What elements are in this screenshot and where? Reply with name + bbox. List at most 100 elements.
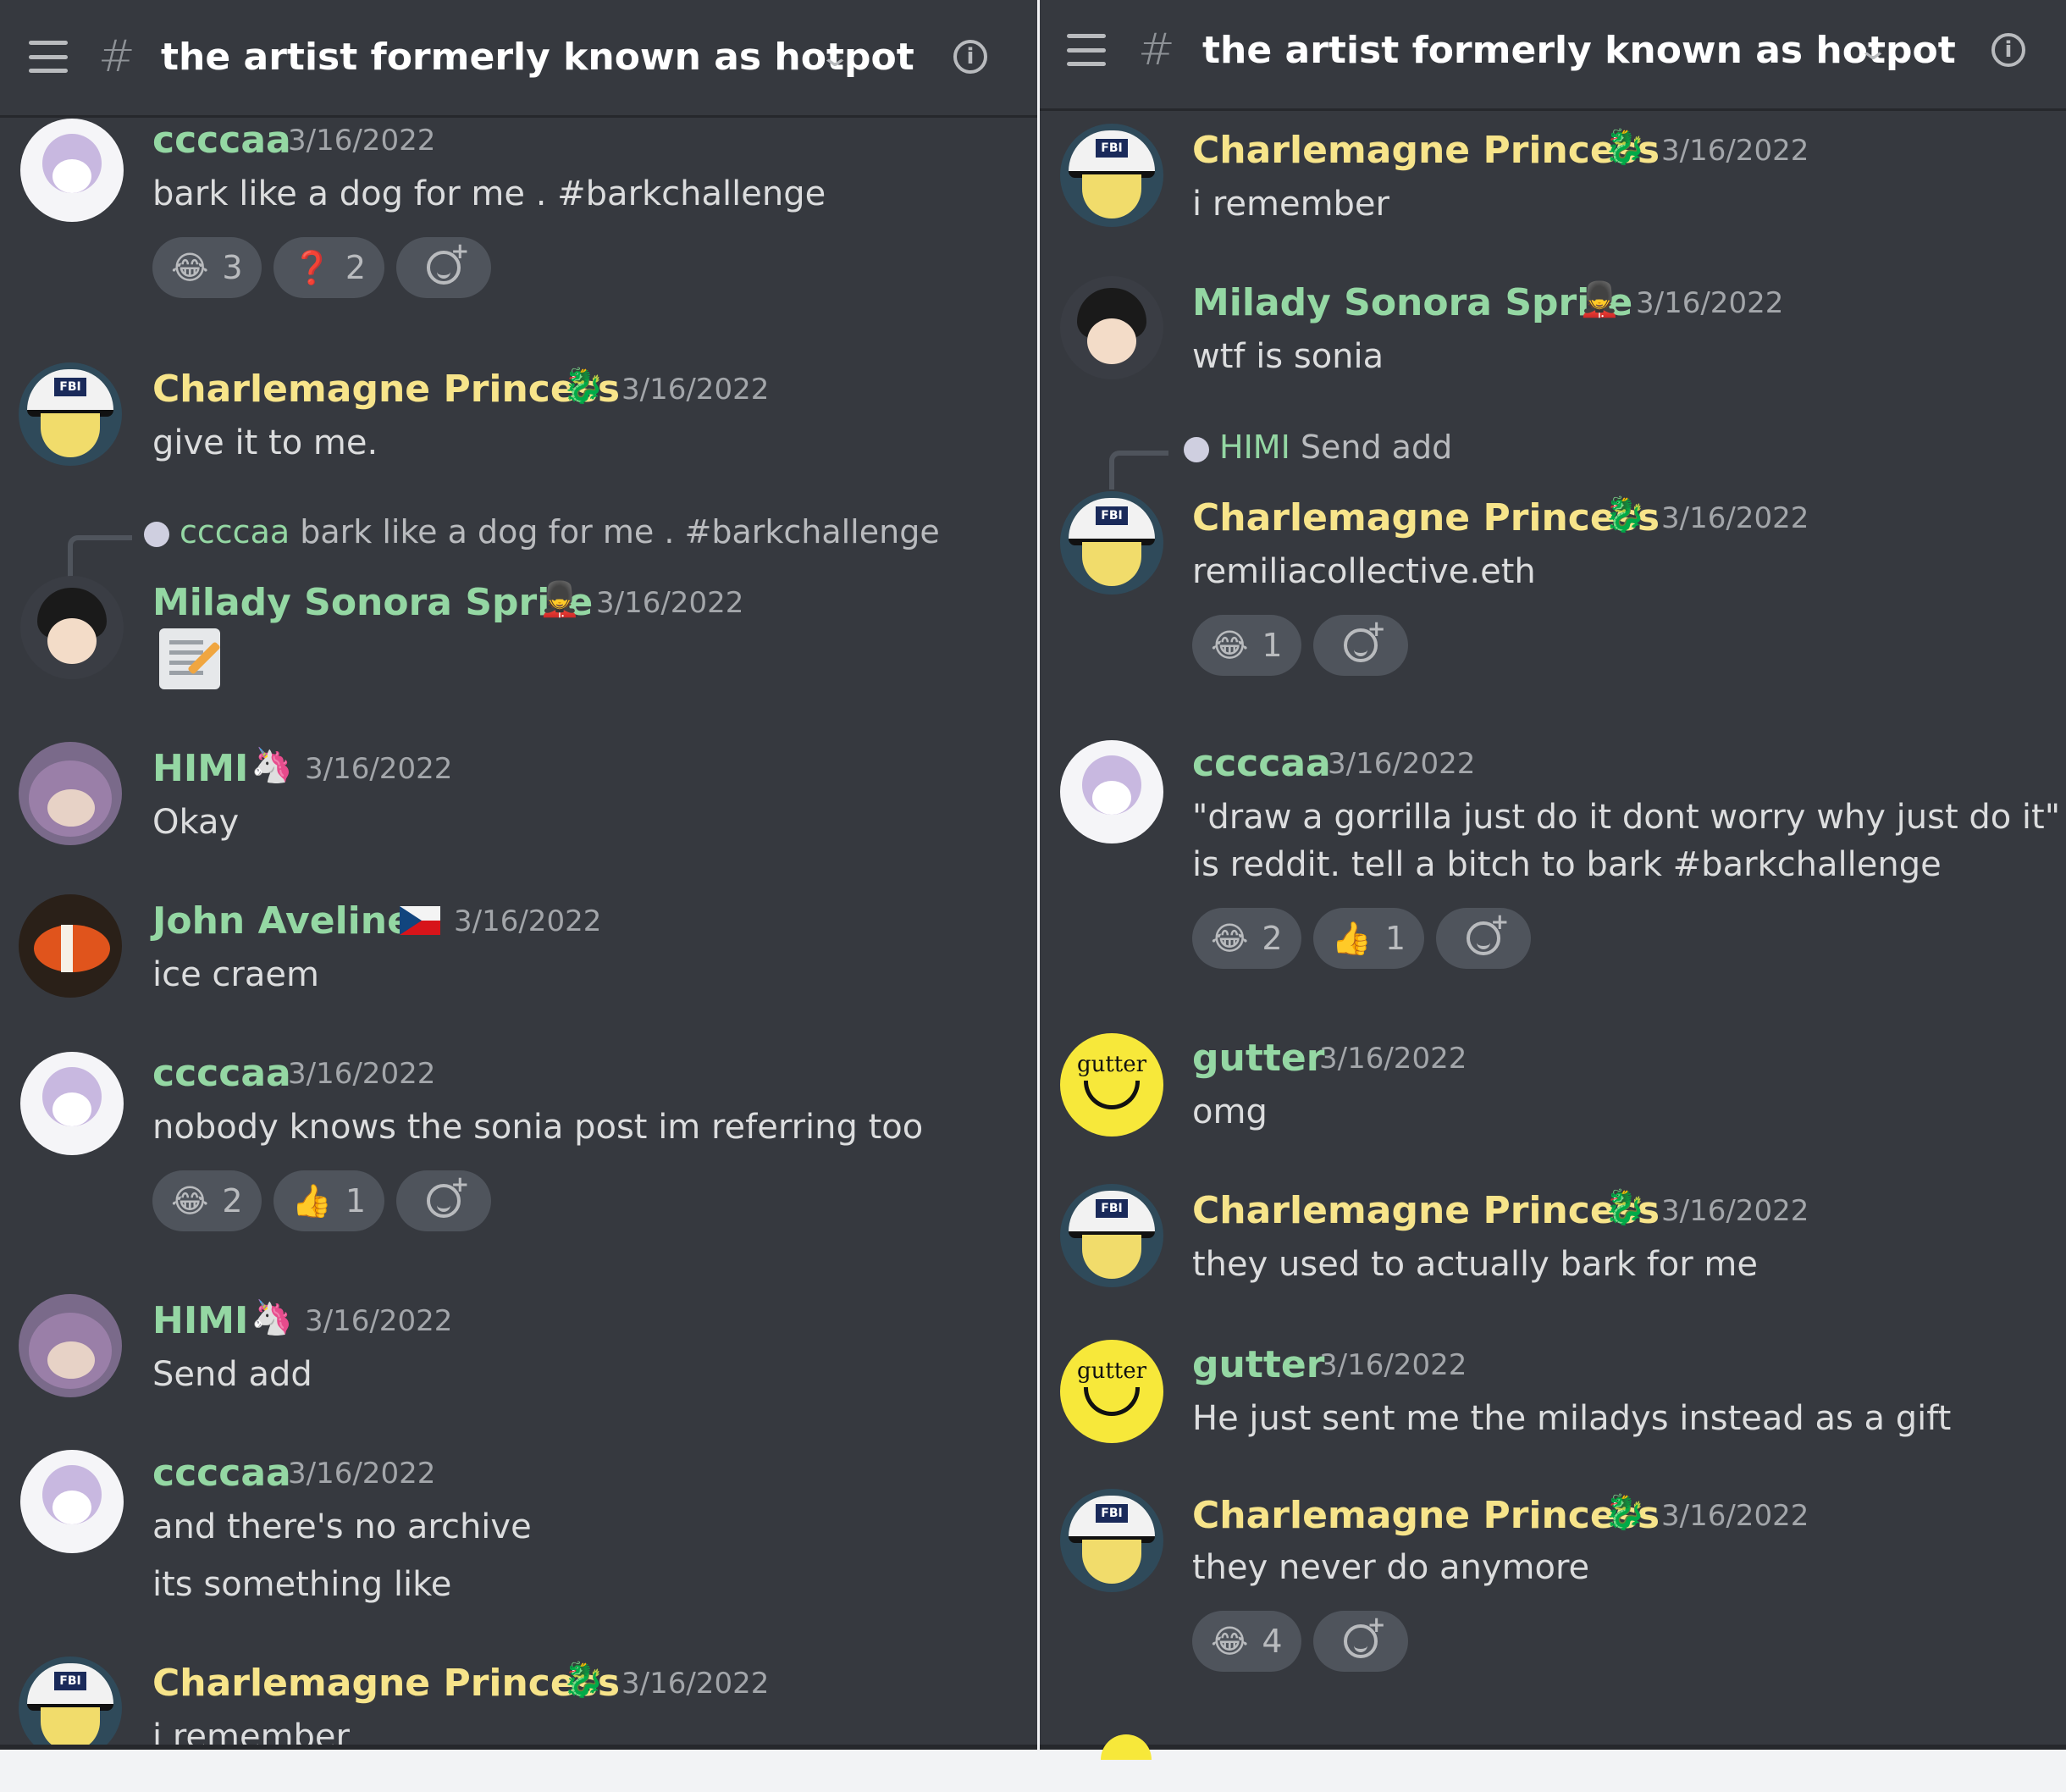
role-unicorn-icon: 🦄 bbox=[251, 746, 293, 785]
czech-flag-icon bbox=[400, 906, 440, 935]
laugh-icon: 😂 bbox=[171, 1182, 209, 1220]
timestamp: 3/16/2022 bbox=[1636, 286, 1784, 320]
add-reaction-button[interactable] bbox=[396, 1170, 492, 1231]
laugh-icon: 😂 bbox=[1211, 920, 1249, 957]
role-milady-icon: 💂 bbox=[1578, 280, 1621, 319]
avatar[interactable] bbox=[20, 576, 124, 679]
divider bbox=[0, 1745, 1037, 1750]
avatar-label: FBI bbox=[1096, 506, 1128, 525]
reaction-question[interactable]: ❓ 2 bbox=[273, 237, 385, 298]
avatar[interactable] bbox=[1060, 276, 1163, 379]
avatar[interactable]: FBI bbox=[1060, 1184, 1163, 1287]
add-reaction-button[interactable] bbox=[1436, 908, 1532, 969]
role-unicorn-icon: 🦄 bbox=[251, 1298, 293, 1337]
avatar-label: gutter bbox=[1076, 1052, 1147, 1077]
avatar[interactable]: FBI bbox=[1060, 491, 1163, 595]
reaction-count: 2 bbox=[222, 1182, 243, 1220]
add-reaction-button[interactable] bbox=[1312, 615, 1408, 676]
avatar[interactable]: FBI bbox=[19, 362, 122, 466]
reaction-thumbs-up[interactable]: 👍 1 bbox=[273, 1170, 385, 1231]
avatar[interactable]: FBI bbox=[1060, 1489, 1163, 1592]
timestamp: 3/16/2022 bbox=[1319, 1042, 1467, 1076]
avatar[interactable] bbox=[1060, 740, 1163, 843]
avatar[interactable]: gutter bbox=[1060, 1033, 1163, 1137]
avatar[interactable] bbox=[20, 119, 124, 222]
reaction-count: 2 bbox=[345, 249, 367, 286]
add-reaction-icon bbox=[1343, 1612, 1386, 1658]
reaction-laugh[interactable]: 😂 4 bbox=[1192, 1611, 1301, 1672]
avatar[interactable] bbox=[19, 894, 122, 998]
reaction-count: 1 bbox=[1384, 920, 1406, 957]
reply-connector bbox=[1109, 451, 1168, 489]
avatar[interactable] bbox=[20, 1450, 124, 1553]
reactions: 😂 1 bbox=[1192, 615, 1408, 676]
channel-title[interactable]: the artist formerly known as hotpot bbox=[161, 36, 914, 79]
reaction-thumbs-up[interactable]: 👍 1 bbox=[1312, 908, 1425, 969]
thumbs-up-icon: 👍 bbox=[291, 1181, 332, 1220]
reply-reference[interactable]: ccccaa bark like a dog for me . #barkcha… bbox=[144, 513, 940, 550]
username[interactable]: gutter bbox=[1192, 1037, 1324, 1080]
username[interactable]: ccccaa bbox=[152, 119, 291, 162]
reply-text: bark like a dog for me . #barkchallenge bbox=[300, 513, 940, 550]
chevron-down-icon[interactable]: ⌄ bbox=[818, 40, 852, 74]
username[interactable]: ccccaa bbox=[152, 1452, 291, 1495]
reaction-laugh[interactable]: 😂 3 bbox=[152, 237, 262, 298]
add-reaction-button[interactable] bbox=[396, 237, 492, 298]
avatar[interactable] bbox=[19, 1294, 122, 1397]
message-text: "draw a gorrilla just do it dont worry w… bbox=[1192, 798, 2061, 837]
username[interactable]: Charlemagne Princess bbox=[1192, 129, 1660, 172]
role-snake-icon: 🐉 bbox=[562, 367, 605, 406]
username[interactable]: Charlemagne Princess bbox=[152, 1662, 620, 1705]
reply-connector bbox=[68, 535, 132, 579]
reply-reference[interactable]: HIMI Send add bbox=[1184, 429, 1452, 466]
channel-header: # the artist formerly known as hotpot ⌄ … bbox=[1040, 0, 2066, 111]
reaction-laugh[interactable]: 😂 2 bbox=[152, 1170, 262, 1231]
username[interactable]: HIMI bbox=[152, 1299, 248, 1342]
message-text: remiliacollective.eth bbox=[1192, 552, 1536, 591]
info-icon[interactable]: i bbox=[953, 40, 987, 74]
avatar[interactable]: gutter bbox=[1060, 1340, 1163, 1443]
username[interactable]: ccccaa bbox=[1192, 742, 1331, 785]
reaction-count: 1 bbox=[345, 1182, 367, 1220]
channel-title[interactable]: the artist formerly known as hotpot bbox=[1202, 29, 1956, 72]
username[interactable]: Milady Sonora Sprite bbox=[152, 581, 593, 624]
chat-panel-left: # the artist formerly known as hotpot ⌄ … bbox=[0, 0, 1037, 1750]
username[interactable]: ccccaa bbox=[152, 1052, 291, 1095]
message-text: they used to actually bark for me bbox=[1192, 1245, 1758, 1284]
message-text: and there's no archive bbox=[152, 1507, 532, 1546]
role-snake-icon: 🐉 bbox=[1604, 495, 1646, 534]
message-text-line-2: is reddit. tell a bitch to bark #barkcha… bbox=[1192, 845, 1942, 884]
reply-text: Send add bbox=[1300, 429, 1453, 466]
avatar-label: FBI bbox=[1096, 139, 1128, 158]
message-text: omg bbox=[1192, 1092, 1268, 1131]
reaction-laugh[interactable]: 😂 1 bbox=[1192, 615, 1301, 676]
reply-avatar bbox=[144, 521, 169, 547]
avatar[interactable] bbox=[19, 742, 122, 845]
username[interactable]: HIMI bbox=[152, 747, 248, 790]
message-text: wtf is sonia bbox=[1192, 337, 1384, 376]
username[interactable]: gutter bbox=[1192, 1343, 1324, 1386]
avatar[interactable]: FBI bbox=[19, 1656, 122, 1750]
timestamp: 3/16/2022 bbox=[288, 1057, 436, 1091]
avatar[interactable]: FBI bbox=[1060, 124, 1163, 227]
timestamp: 3/16/2022 bbox=[288, 124, 436, 158]
timestamp: 3/16/2022 bbox=[621, 1667, 770, 1701]
reaction-count: 3 bbox=[222, 249, 243, 286]
chevron-down-icon[interactable]: ⌄ bbox=[1856, 33, 1890, 67]
add-reaction-button[interactable] bbox=[1312, 1611, 1408, 1672]
avatar[interactable] bbox=[20, 1052, 124, 1155]
username[interactable]: Charlemagne Princess bbox=[1192, 1494, 1660, 1537]
username[interactable]: Charlemagne Princess bbox=[1192, 496, 1660, 539]
info-icon[interactable]: i bbox=[1991, 33, 2025, 67]
username[interactable]: Milady Sonora Sprite bbox=[1192, 281, 1632, 324]
menu-icon[interactable] bbox=[29, 41, 68, 73]
username[interactable]: Charlemagne Princess bbox=[152, 368, 620, 411]
message-text: give it to me. bbox=[152, 423, 378, 462]
username[interactable]: John Aveline bbox=[152, 899, 412, 943]
timestamp: 3/16/2022 bbox=[621, 373, 770, 407]
menu-icon[interactable] bbox=[1067, 34, 1106, 66]
timestamp: 3/16/2022 bbox=[1661, 134, 1809, 168]
username[interactable]: Charlemagne Princess bbox=[1192, 1189, 1660, 1232]
divider bbox=[1040, 1745, 2066, 1750]
reaction-laugh[interactable]: 😂 2 bbox=[1192, 908, 1301, 969]
